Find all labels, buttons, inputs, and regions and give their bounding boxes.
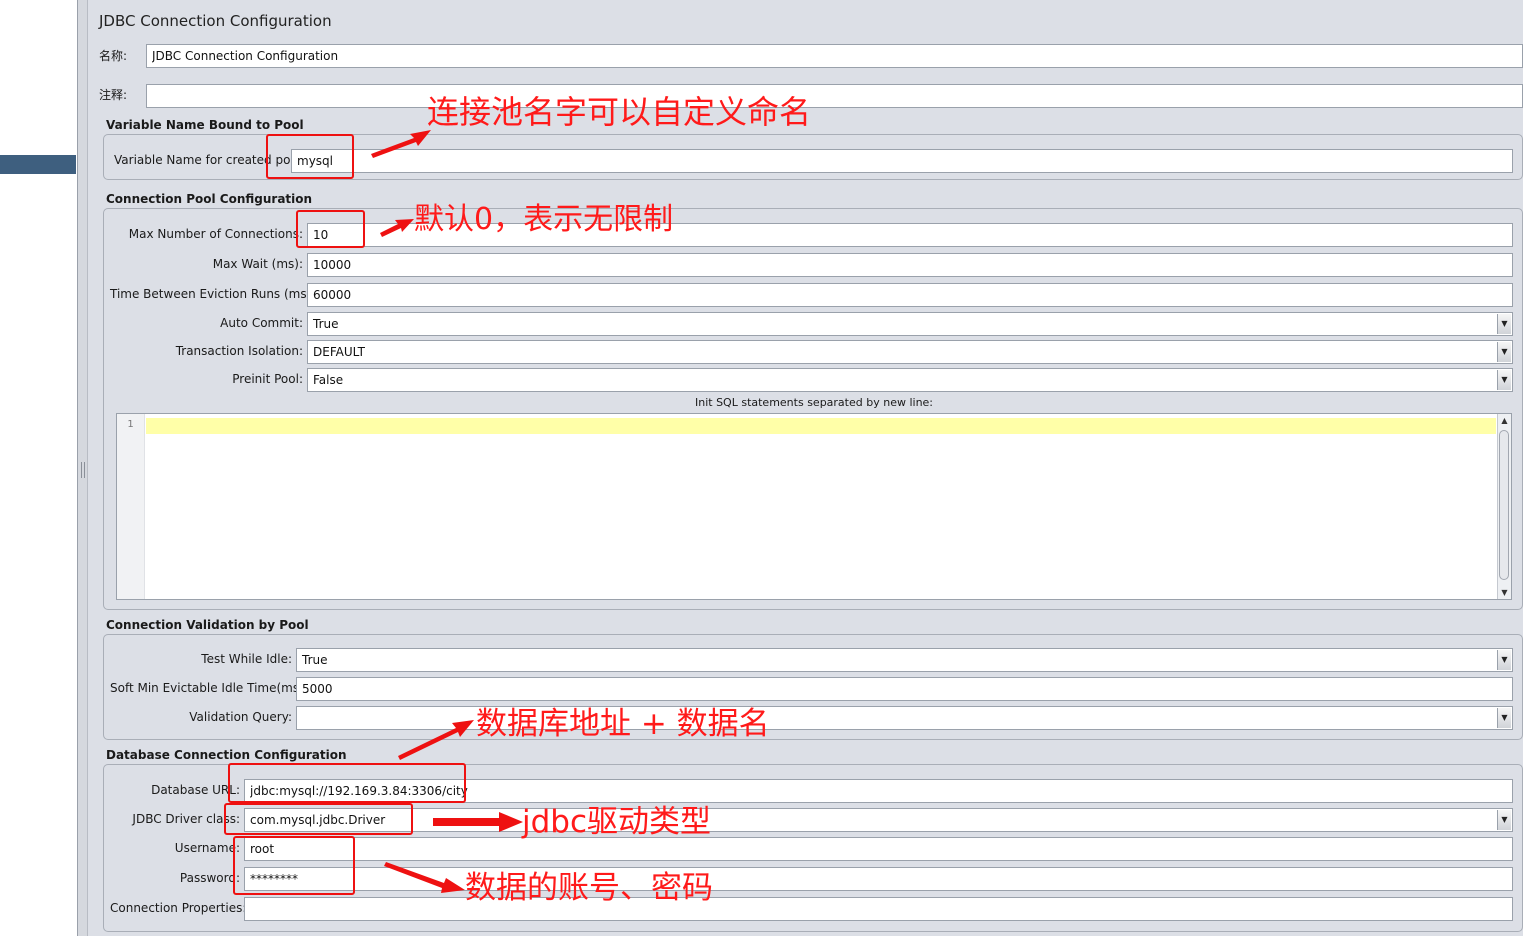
divider-grip-icon[interactable]: [81, 462, 85, 478]
validation-query-label: Validation Query:: [189, 710, 292, 724]
annotation-box-pool-name: [266, 134, 354, 179]
chevron-down-icon[interactable]: ▼: [1497, 650, 1511, 670]
tx-isolation-label: Transaction Isolation:: [175, 344, 303, 358]
max-wait-label: Max Wait (ms):: [212, 257, 303, 271]
annotation-box-db-url: [228, 763, 466, 803]
chevron-down-icon[interactable]: ▼: [1497, 708, 1511, 728]
var-name-input[interactable]: [291, 149, 1513, 173]
max-conn-label: Max Number of Connections:: [128, 227, 303, 241]
section-title-validation: Connection Validation by Pool: [106, 618, 309, 632]
test-idle-label: Test While Idle:: [201, 652, 292, 666]
annotation-account: 数据的账号、密码: [465, 870, 713, 906]
scroll-thumb[interactable]: [1499, 430, 1509, 580]
editor-scrollbar[interactable]: ▲ ▼: [1497, 414, 1511, 599]
comments-label: 注释:: [99, 88, 128, 102]
line-number: 1: [127, 419, 134, 430]
annotation-box-credentials: [233, 836, 355, 895]
auto-commit-label: Auto Commit:: [220, 316, 303, 330]
preinit-label: Preinit Pool:: [232, 372, 303, 386]
chevron-down-icon[interactable]: ▼: [1497, 810, 1511, 830]
max-wait-input[interactable]: [307, 253, 1513, 277]
username-input[interactable]: [244, 837, 1513, 861]
section-title-pool-config: Connection Pool Configuration: [106, 192, 313, 206]
name-input[interactable]: [146, 44, 1523, 68]
init-sql-label: Init SQL statements separated by new lin…: [694, 396, 934, 409]
soft-min-input[interactable]: [296, 677, 1513, 701]
conn-props-input[interactable]: [244, 897, 1513, 921]
panel-title: JDBC Connection Configuration: [99, 12, 332, 30]
test-idle-value: True: [302, 653, 328, 667]
annotation-pool-name: 连接池名字可以自定义命名: [427, 93, 812, 131]
annotation-driver-type: jdbc驱动类型: [522, 804, 712, 840]
comments-input[interactable]: [146, 84, 1523, 108]
name-label: 名称:: [99, 49, 128, 63]
tx-isolation-value: DEFAULT: [313, 345, 365, 359]
db-url-label: Database URL:: [151, 783, 240, 797]
conn-props-label: Connection Properties:: [110, 901, 247, 915]
tx-isolation-select[interactable]: DEFAULT ▼: [307, 340, 1513, 364]
password-input[interactable]: [244, 867, 1513, 891]
preinit-select[interactable]: False ▼: [307, 368, 1513, 392]
current-line-highlight: [146, 418, 1496, 434]
tree-selected-row[interactable]: [0, 155, 76, 174]
soft-min-label: Soft Min Evictable Idle Time(ms):: [110, 681, 308, 695]
scroll-down-icon[interactable]: ▼: [1498, 586, 1511, 599]
annotation-box-driver: [224, 803, 413, 835]
annotation-box-max-conn: [296, 210, 365, 248]
driver-label: JDBC Driver class:: [132, 812, 240, 826]
chevron-down-icon[interactable]: ▼: [1497, 342, 1511, 362]
test-idle-select[interactable]: True ▼: [296, 648, 1513, 672]
section-title-pool-var: Variable Name Bound to Pool: [106, 118, 304, 132]
auto-commit-select[interactable]: True ▼: [307, 312, 1513, 336]
eviction-label: Time Between Eviction Runs (ms):: [110, 287, 316, 301]
username-label: Username:: [174, 841, 240, 855]
chevron-down-icon[interactable]: ▼: [1497, 370, 1511, 390]
auto-commit-value: True: [313, 317, 339, 331]
section-title-db-config: Database Connection Configuration: [106, 748, 347, 762]
password-label: Password:: [179, 871, 240, 885]
annotation-db-address: 数据库地址 + 数据名: [476, 706, 770, 742]
annotation-default-zero: 默认0，表示无限制: [414, 202, 674, 237]
driver-select[interactable]: com.mysql.jdbc.Driver ▼: [244, 808, 1513, 832]
preinit-value: False: [313, 373, 344, 387]
scroll-up-icon[interactable]: ▲: [1498, 414, 1511, 427]
line-number-gutter: 1: [117, 414, 145, 599]
eviction-input[interactable]: [307, 283, 1513, 307]
init-sql-editor[interactable]: 1 ▲ ▼: [116, 413, 1512, 600]
tree-pane: [0, 0, 78, 936]
chevron-down-icon[interactable]: ▼: [1497, 314, 1511, 334]
